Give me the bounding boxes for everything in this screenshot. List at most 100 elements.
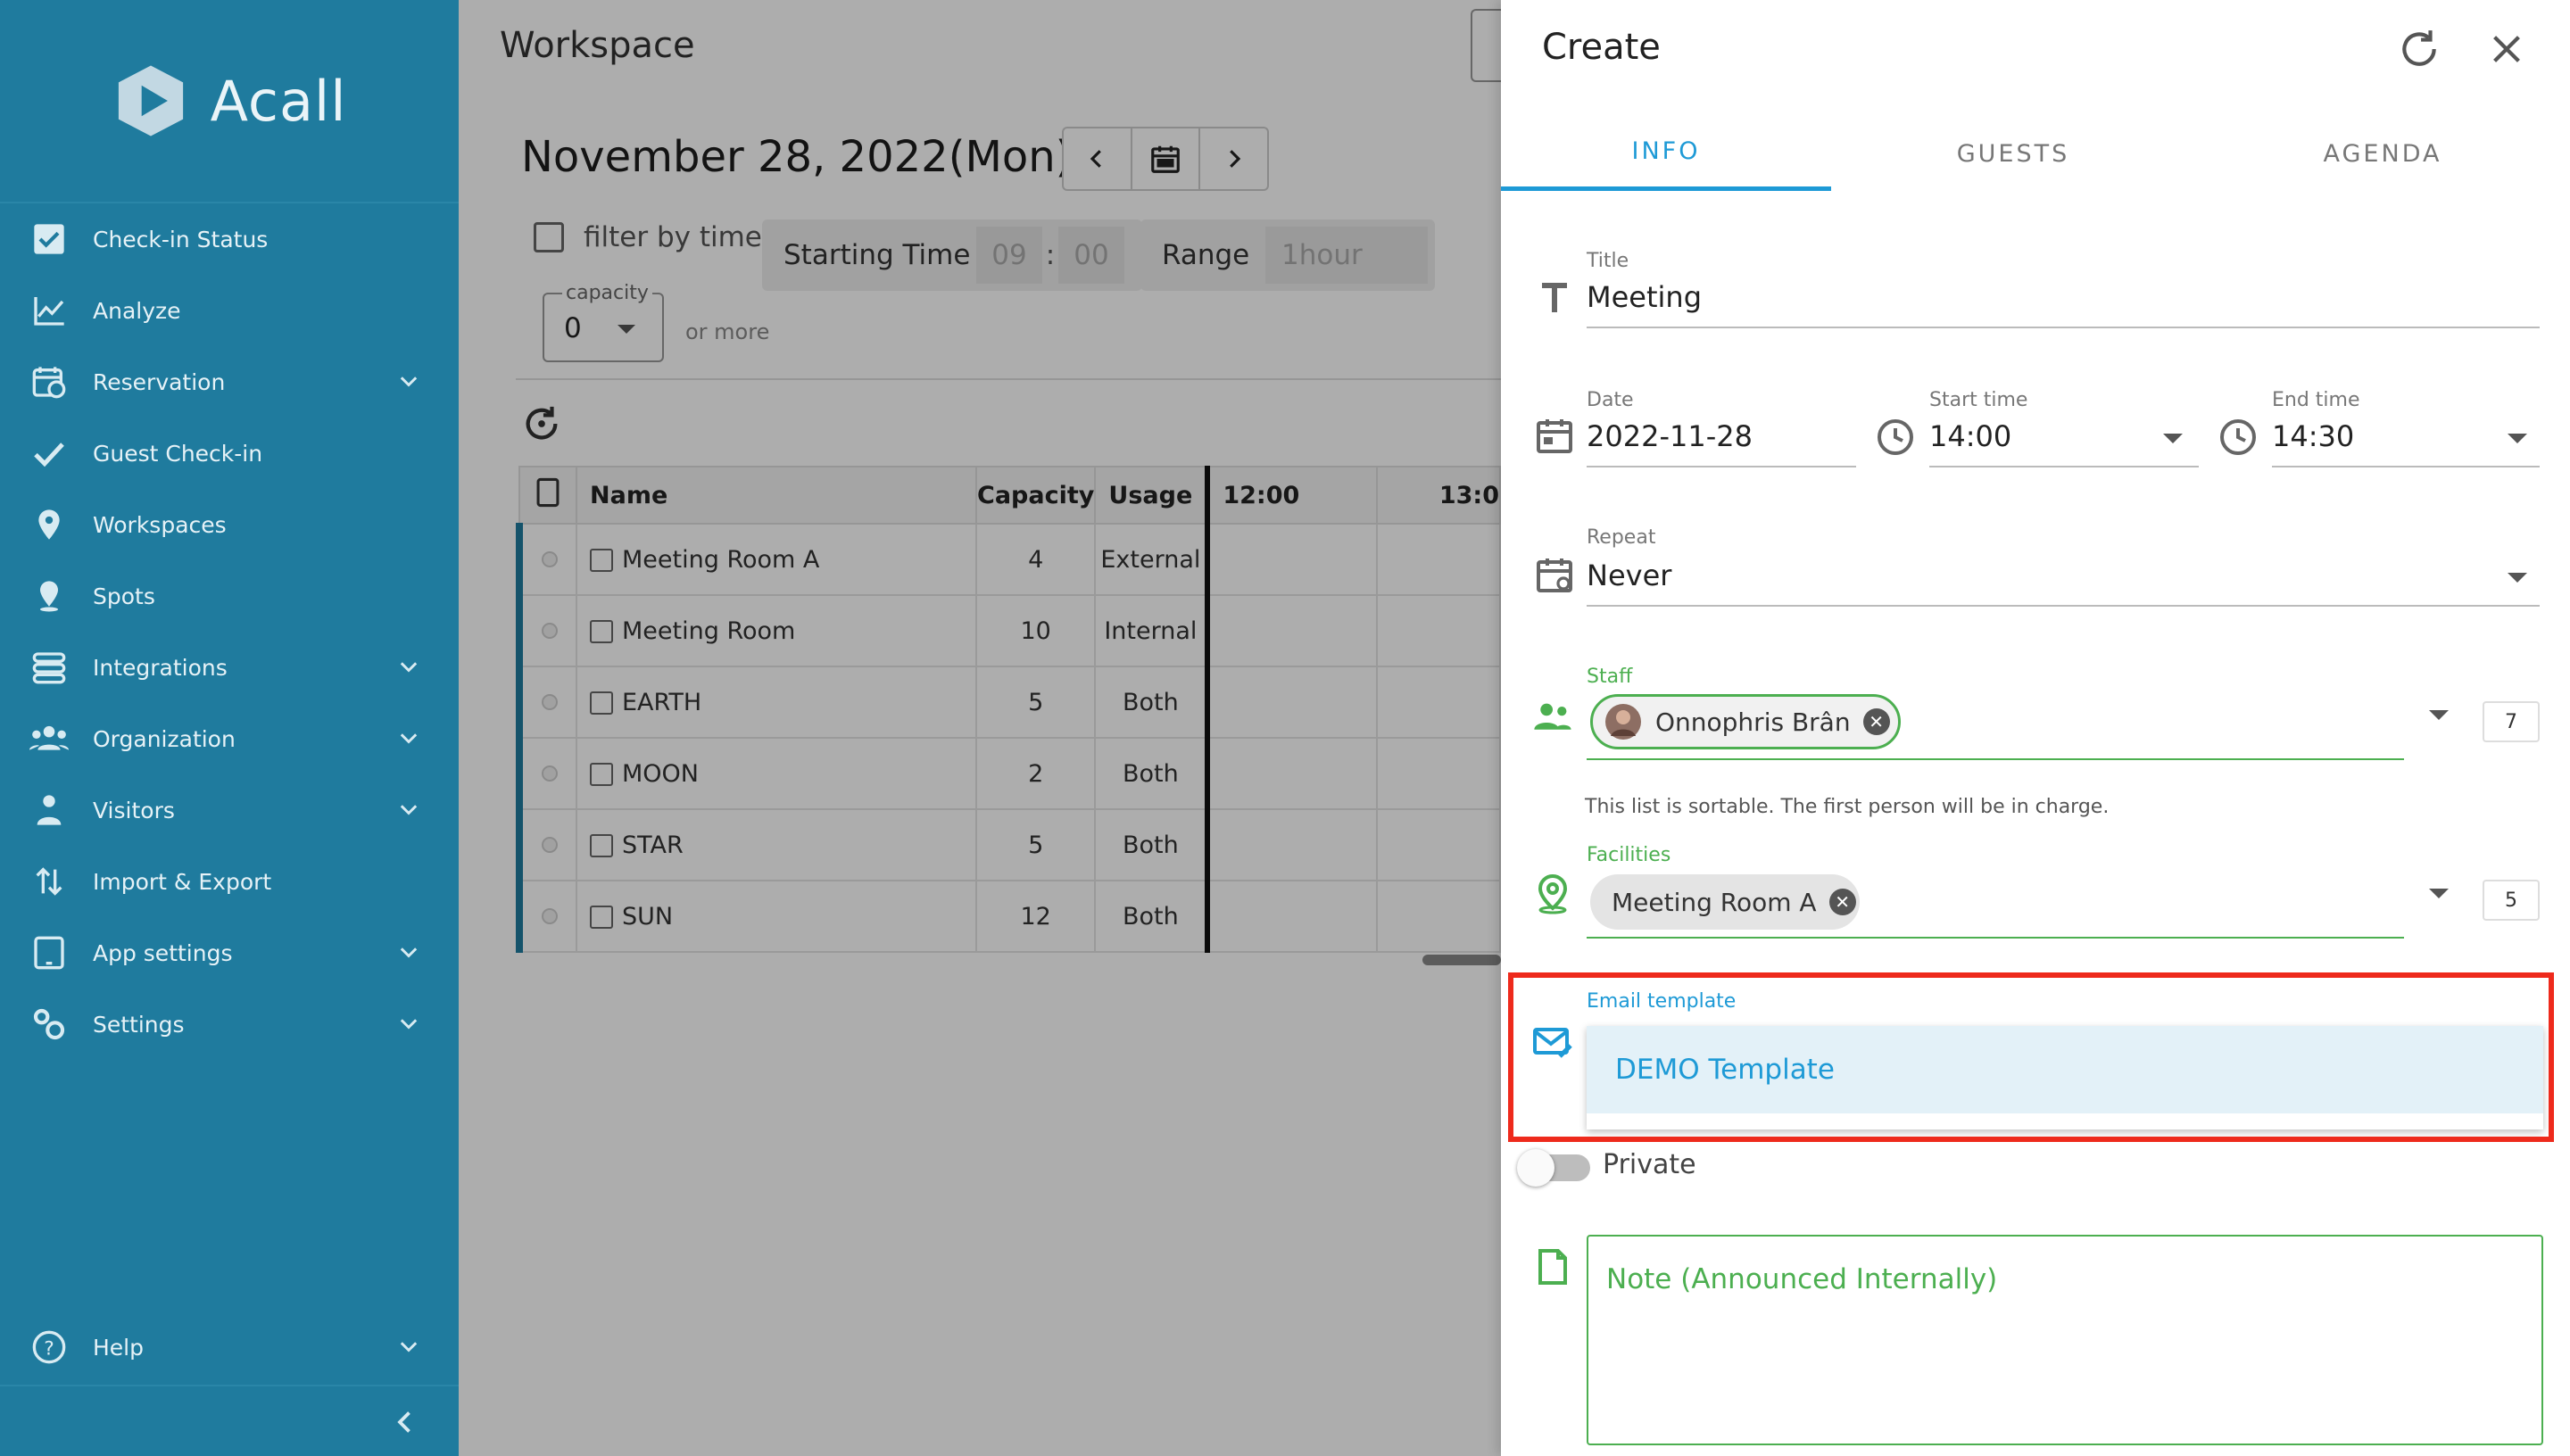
table-row[interactable]: STAR 5 Both (516, 808, 1501, 881)
sidebar-item-help[interactable]: ? Help (0, 1311, 459, 1383)
time-slot[interactable] (1205, 880, 1379, 953)
sidebar-item-reservation[interactable]: Reservation (0, 346, 459, 418)
remove-chip-icon[interactable]: ✕ (1862, 708, 1890, 735)
horizontal-scrollbar[interactable] (1422, 955, 1501, 965)
refresh-icon[interactable] (521, 403, 562, 444)
tab-agenda[interactable]: AGENDA (2195, 116, 2570, 191)
sidebar-item-integrations[interactable]: Integrations (0, 632, 459, 703)
caret-down-icon[interactable] (2508, 434, 2527, 443)
radio-dot (541, 550, 558, 567)
time-slot[interactable] (1376, 808, 1501, 881)
header-time-1: 12:00 (1205, 466, 1379, 525)
row-checkbox[interactable] (590, 620, 613, 643)
sidebar-item-visitors[interactable]: Visitors (0, 774, 459, 846)
logo[interactable]: Acall (0, 0, 459, 203)
range-select[interactable]: 1hour (1265, 227, 1428, 284)
time-slot[interactable] (1376, 737, 1501, 810)
room-name: Meeting Room (622, 616, 796, 645)
time-slot[interactable] (1376, 666, 1501, 739)
row-select[interactable] (516, 523, 577, 596)
sidebar-item-label: Spots (93, 583, 155, 609)
time-slot[interactable] (1205, 737, 1379, 810)
time-slot[interactable] (1205, 666, 1379, 739)
refresh-icon[interactable] (2397, 27, 2442, 71)
next-day-button[interactable] (1200, 128, 1267, 189)
table-row[interactable]: Meeting Room A 4 External (516, 523, 1501, 596)
chevron-down-icon[interactable] (396, 940, 421, 965)
row-select[interactable] (516, 666, 577, 739)
note-textarea[interactable]: Note (Announced Internally) (1587, 1235, 2543, 1445)
repeat-select[interactable]: Never (1587, 558, 1671, 592)
time-slot[interactable] (1376, 523, 1501, 596)
sidebar-item-settings[interactable]: Settings (0, 989, 459, 1060)
table-row[interactable]: EARTH 5 Both (516, 666, 1501, 739)
time-slot[interactable] (1376, 880, 1501, 953)
table-row[interactable]: Meeting Room 10 Internal (516, 594, 1501, 667)
chevron-down-icon[interactable] (396, 369, 421, 394)
collapse-sidebar-icon[interactable] (389, 1406, 421, 1438)
calendar-button[interactable] (1132, 128, 1201, 189)
close-icon[interactable] (2486, 29, 2527, 70)
prev-day-button[interactable] (1064, 128, 1132, 189)
title-input[interactable]: Meeting (1587, 280, 1702, 314)
header-name[interactable]: Name (576, 466, 977, 525)
checkmark-icon (29, 433, 70, 474)
staff-chip[interactable]: Onnophris Brân ✕ (1590, 694, 1901, 749)
sidebar-item-guest-check-in[interactable]: Guest Check-in (0, 418, 459, 489)
row-checkbox[interactable] (590, 549, 613, 572)
time-slot[interactable] (1205, 523, 1379, 596)
row-checkbox[interactable] (590, 691, 613, 715)
sidebar-item-app-settings[interactable]: App settings (0, 917, 459, 989)
date-input[interactable]: 2022-11-28 (1587, 419, 1753, 453)
filter-checkbox[interactable] (534, 222, 564, 252)
filter-by-time[interactable]: filter by time (534, 221, 762, 253)
chevron-down-icon[interactable] (396, 1335, 421, 1360)
caret-down-icon[interactable] (2429, 889, 2449, 898)
header-usage[interactable]: Usage (1094, 466, 1209, 525)
chevron-down-icon[interactable] (396, 655, 421, 680)
visitor-icon (29, 790, 70, 831)
room-capacity: 10 (974, 594, 1097, 667)
radio-dot (541, 693, 558, 710)
private-toggle[interactable] (1517, 1149, 1590, 1187)
chevron-down-icon[interactable] (396, 726, 421, 751)
caret-down-icon[interactable] (2163, 434, 2183, 443)
row-checkbox[interactable] (590, 763, 613, 786)
sidebar-item-check-in-status[interactable]: Check-in Status (0, 203, 459, 275)
caret-down-icon[interactable] (2429, 710, 2449, 720)
sidebar-item-spots[interactable]: Spots (0, 560, 459, 632)
end-time-select[interactable]: 14:30 (2272, 419, 2354, 453)
caret-down-icon[interactable] (2508, 573, 2527, 583)
start-minute-input[interactable]: 00 (1058, 227, 1124, 284)
row-select[interactable] (516, 808, 577, 881)
select-all-cell[interactable] (518, 466, 577, 525)
sidebar-item-organization[interactable]: Organization (0, 703, 459, 774)
time-slot[interactable] (1205, 594, 1379, 667)
time-slot[interactable] (1376, 594, 1501, 667)
row-select[interactable] (516, 594, 577, 667)
sidebar-item-workspaces[interactable]: Workspaces (0, 489, 459, 560)
chevron-down-icon[interactable] (396, 1012, 421, 1037)
integrations-icon (29, 647, 70, 688)
time-slot[interactable] (1205, 808, 1379, 881)
sidebar-item-label: Organization (93, 725, 236, 752)
table-row[interactable]: MOON 2 Both (516, 737, 1501, 810)
sidebar-item-analyze[interactable]: Analyze (0, 275, 459, 346)
facility-chip[interactable]: Meeting Room A ✕ (1590, 874, 1860, 930)
row-checkbox[interactable] (590, 906, 613, 929)
tab-info[interactable]: INFO (1501, 116, 1831, 191)
remove-chip-icon[interactable]: ✕ (1828, 889, 1856, 915)
date-label: Date (1587, 389, 1634, 411)
start-time-select[interactable]: 14:00 (1929, 419, 2011, 453)
starting-time-label: Starting Time (783, 239, 971, 271)
start-hour-input[interactable]: 09 (976, 227, 1042, 284)
table-row[interactable]: SUN 12 Both (516, 880, 1501, 953)
tab-guests[interactable]: GUESTS (1831, 116, 2195, 191)
chevron-down-icon[interactable] (396, 798, 421, 823)
row-select[interactable] (516, 880, 577, 953)
row-select[interactable] (516, 737, 577, 810)
capacity-select[interactable]: capacity 0 (543, 282, 664, 362)
sidebar-item-import-export[interactable]: Import & Export (0, 846, 459, 917)
row-checkbox[interactable] (590, 834, 613, 857)
header-capacity[interactable]: Capacity (974, 466, 1097, 525)
